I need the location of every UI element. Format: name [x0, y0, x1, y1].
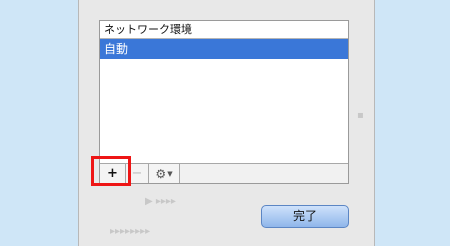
gear-icon: ⚙: [155, 166, 167, 181]
location-list-header: ネットワーク環境: [100, 21, 348, 39]
location-list-item-selected[interactable]: 自動: [100, 39, 348, 59]
faded-background-label: ▶ ▸▸▸▸: [145, 196, 176, 207]
location-toolbar: + − ⚙ ▼: [100, 163, 348, 183]
faded-background-label: ▸▸▸▸▸▸▸▸: [110, 226, 151, 237]
action-menu-button[interactable]: ⚙ ▼: [149, 164, 180, 183]
add-button-highlight: [91, 156, 131, 186]
network-location-panel: ネットワーク環境 自動 + − ⚙ ▼: [99, 20, 349, 184]
chevron-down-icon: ▼: [167, 169, 173, 178]
faded-background-label: ▪: [357, 110, 364, 121]
done-button[interactable]: 完了: [261, 205, 349, 228]
